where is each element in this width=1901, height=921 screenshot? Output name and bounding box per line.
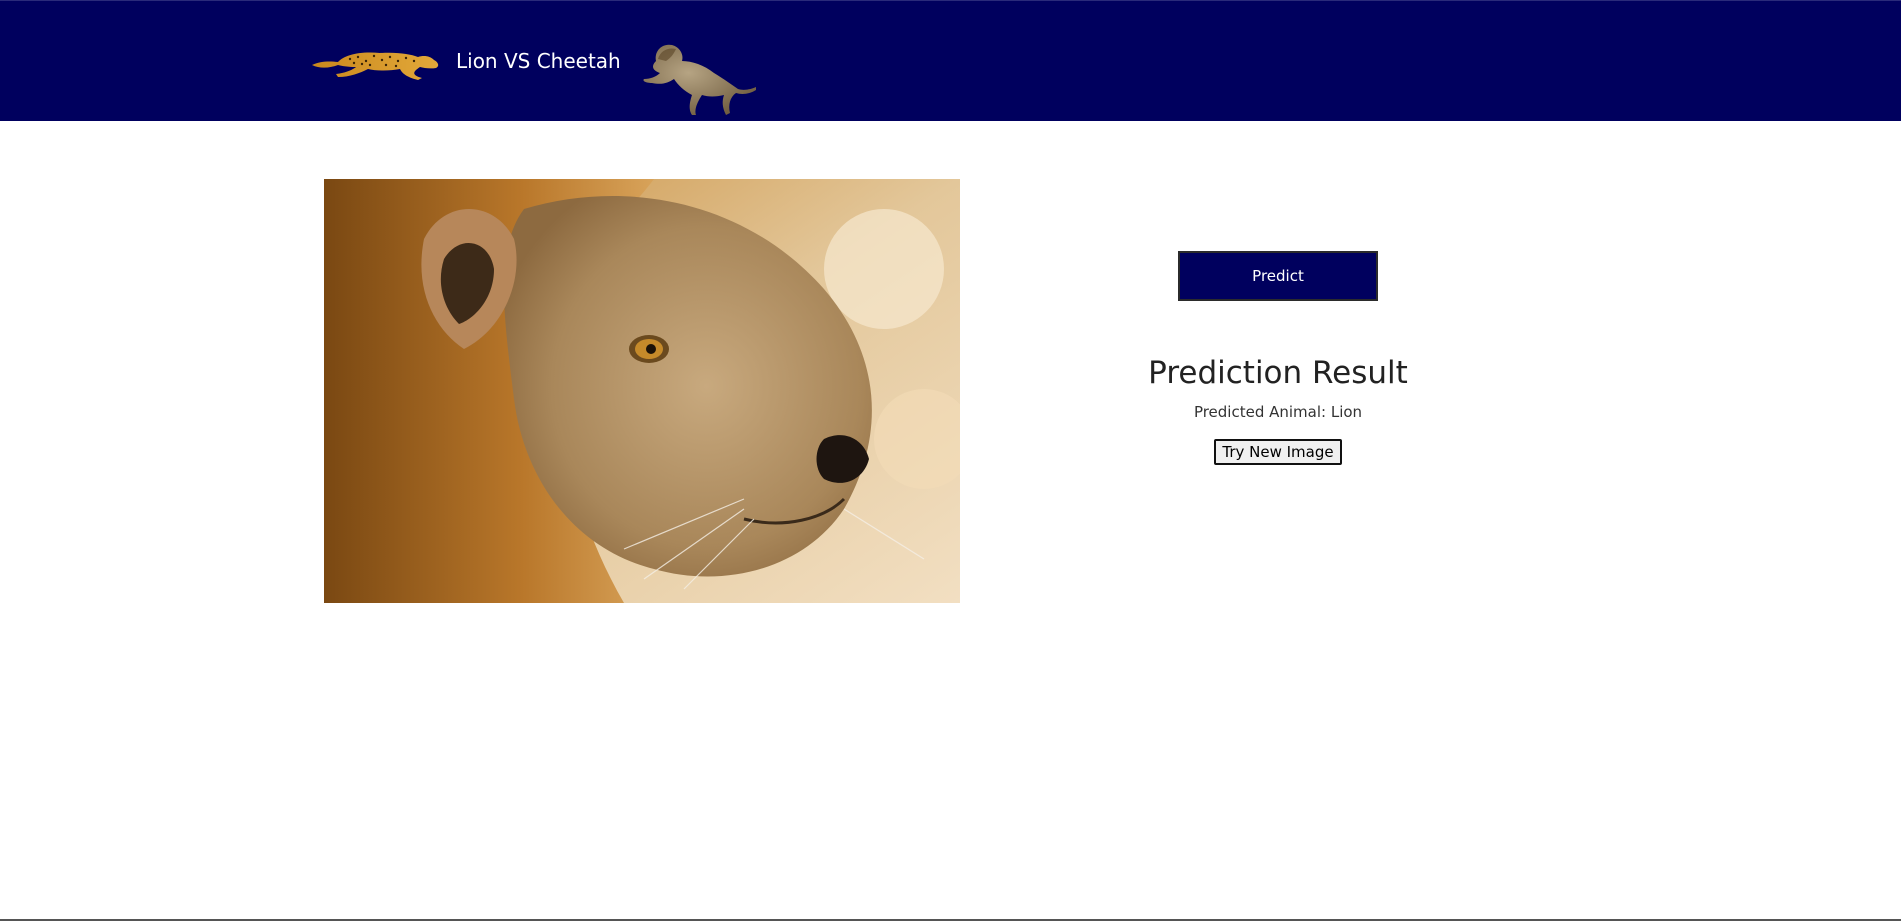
try-new-image-button[interactable]: Try New Image [1214, 439, 1342, 465]
brand-title[interactable]: Lion VS Cheetah [456, 49, 621, 73]
navbar: Lion VS Cheetah [0, 0, 1901, 121]
result-heading: Prediction Result [1148, 355, 1408, 391]
prediction-panel: Predict Prediction Result Predicted Anim… [1100, 251, 1456, 465]
cheetah-running-icon [312, 52, 439, 80]
lion-face-photo [324, 179, 960, 603]
predicted-animal-text: Predicted Animal: Lion [1193, 403, 1363, 421]
uploaded-image [324, 179, 960, 603]
predict-button[interactable]: Predict [1178, 251, 1378, 301]
lion-leaping-icon [643, 44, 756, 115]
